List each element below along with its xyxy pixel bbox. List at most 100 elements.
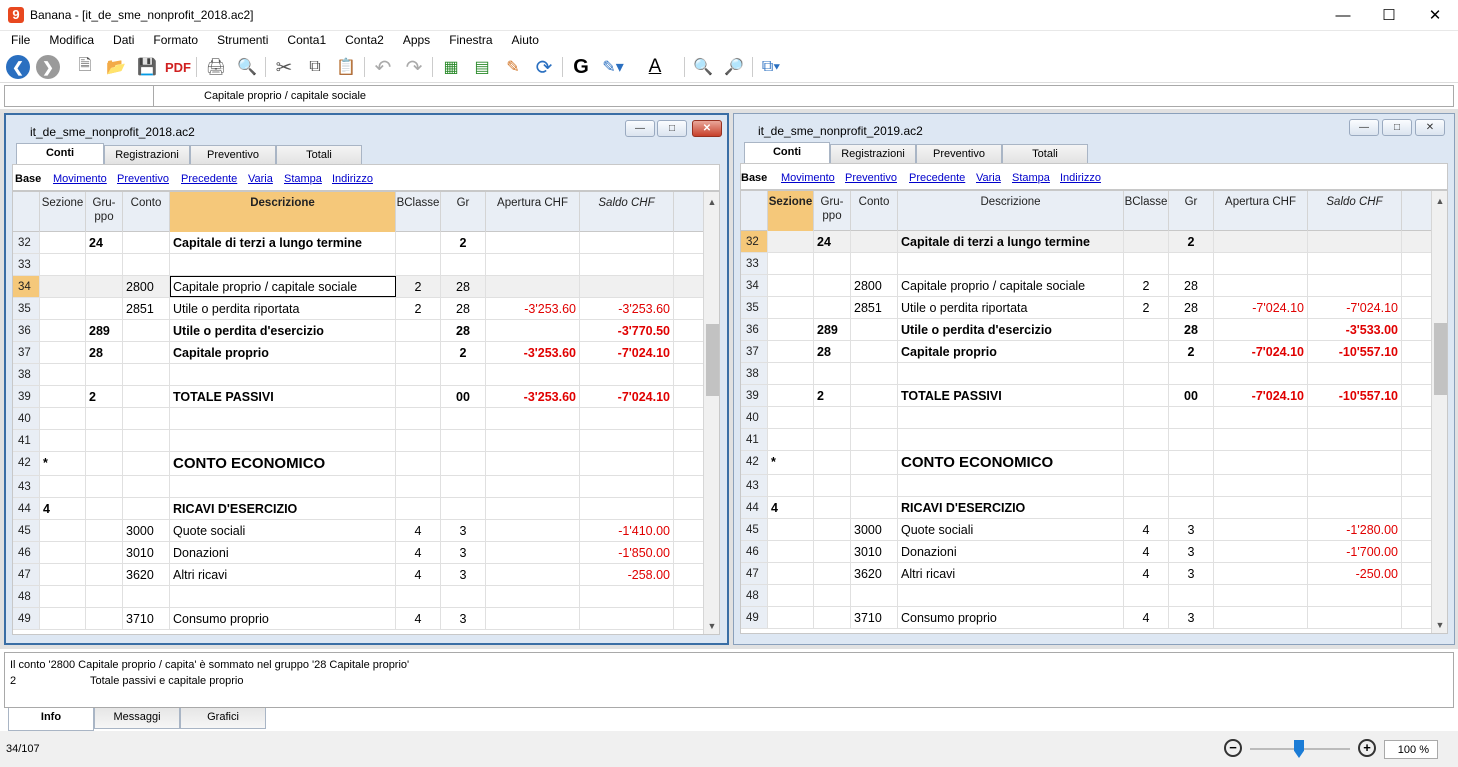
- cell-gr[interactable]: 2: [441, 342, 486, 363]
- cell-descrizione[interactable]: Utile o perdita d'esercizio: [170, 320, 396, 341]
- cell-conto[interactable]: 2851: [851, 297, 898, 318]
- cell-bclasse[interactable]: [396, 320, 441, 341]
- table-row[interactable]: 36 289 Utile o perdita d'esercizio 28 -3'533…: [741, 319, 1431, 341]
- cell-gruppo[interactable]: 24: [814, 231, 851, 252]
- cell-bclasse[interactable]: 4: [396, 520, 441, 541]
- cell-sezione[interactable]: [768, 275, 814, 296]
- cell-descrizione[interactable]: CONTO ECONOMICO: [898, 451, 1124, 474]
- cell-gr[interactable]: [1169, 497, 1214, 518]
- cell-sezione[interactable]: [40, 542, 86, 563]
- tab-info[interactable]: Info: [8, 708, 94, 731]
- cell-bclasse[interactable]: [1124, 497, 1169, 518]
- cell-bclasse[interactable]: 4: [1124, 563, 1169, 584]
- header-saldo[interactable]: Saldo CHF: [1308, 191, 1402, 231]
- view-varia[interactable]: Varia: [976, 172, 1001, 184]
- zoom-in-icon[interactable]: +: [1358, 739, 1376, 757]
- cell-descrizione[interactable]: Utile o perdita riportata: [898, 297, 1124, 318]
- bold-icon[interactable]: G: [568, 54, 594, 80]
- cell-sezione[interactable]: [40, 386, 86, 407]
- tab-conti[interactable]: Conti: [16, 143, 104, 164]
- cell-descrizione[interactable]: [898, 407, 1124, 428]
- undo-icon[interactable]: ↶: [370, 54, 396, 80]
- cell-descrizione[interactable]: TOTALE PASSIVI: [898, 385, 1124, 406]
- cell-sezione[interactable]: 4: [768, 497, 814, 518]
- header-descrizione[interactable]: Descrizione: [898, 191, 1124, 231]
- mdi-restore-button[interactable]: □: [657, 120, 687, 137]
- cell-descrizione[interactable]: [170, 476, 396, 497]
- cell-gruppo[interactable]: [814, 607, 851, 628]
- table-row[interactable]: 46 3010 Donazioni 4 3 -1'850.00: [13, 542, 703, 564]
- delete-rows-icon[interactable]: ▤: [469, 54, 495, 80]
- redo-icon[interactable]: ↷: [401, 54, 427, 80]
- cell-gr[interactable]: 3: [441, 520, 486, 541]
- cell-sezione[interactable]: [768, 519, 814, 540]
- cell-sezione[interactable]: [768, 563, 814, 584]
- cell-descrizione[interactable]: [170, 430, 396, 451]
- cell-editor-bar[interactable]: Capitale proprio / capitale sociale: [4, 85, 1454, 107]
- edit-pencil-icon[interactable]: ✎: [500, 54, 526, 80]
- cell-saldo[interactable]: -258.00: [580, 564, 674, 585]
- cell-saldo[interactable]: -1'850.00: [580, 542, 674, 563]
- menu-dati[interactable]: Dati: [102, 31, 142, 51]
- cell-saldo[interactable]: [1308, 607, 1402, 628]
- cell-conto[interactable]: [123, 254, 170, 275]
- cell-apertura[interactable]: [486, 476, 580, 497]
- table-row[interactable]: 42 * CONTO ECONOMICO: [741, 451, 1431, 475]
- table-row[interactable]: 49 3710 Consumo proprio 4 3: [741, 607, 1431, 629]
- cell-gruppo[interactable]: [86, 498, 123, 519]
- table-row[interactable]: 44 4 RICAVI D'ESERCIZIO: [741, 497, 1431, 519]
- cell-gr[interactable]: [441, 452, 486, 475]
- cell-bclasse[interactable]: 2: [396, 298, 441, 319]
- view-stampa[interactable]: Stampa: [284, 173, 322, 185]
- highlight-icon[interactable]: ✎▾: [600, 54, 626, 80]
- table-row[interactable]: 41: [741, 429, 1431, 451]
- vertical-scrollbar[interactable]: ▲ ▼: [703, 192, 719, 634]
- cell-saldo[interactable]: [1308, 407, 1402, 428]
- cell-gr[interactable]: 3: [1169, 541, 1214, 562]
- cell-apertura[interactable]: -7'024.10: [1214, 385, 1308, 406]
- cell-sezione[interactable]: [40, 586, 86, 607]
- view-indirizzo[interactable]: Indirizzo: [332, 173, 373, 185]
- cell-apertura[interactable]: [486, 564, 580, 585]
- cell-saldo[interactable]: [580, 586, 674, 607]
- tab-conti[interactable]: Conti: [744, 142, 830, 163]
- cell-descrizione[interactable]: [898, 475, 1124, 496]
- view-varia[interactable]: Varia: [248, 173, 273, 185]
- view-stampa[interactable]: Stampa: [1012, 172, 1050, 184]
- cell-conto[interactable]: [851, 341, 898, 362]
- header-sezione[interactable]: Sezione: [768, 191, 814, 231]
- cell-apertura[interactable]: [486, 498, 580, 519]
- cell-saldo[interactable]: [580, 254, 674, 275]
- view-precedente[interactable]: Precedente: [909, 172, 965, 184]
- cell-descrizione[interactable]: [170, 586, 396, 607]
- table-row[interactable]: 35 2851 Utile o perdita riportata 2 28 -7'024…: [741, 297, 1431, 319]
- close-button[interactable]: ✕: [1412, 0, 1458, 31]
- cell-gr[interactable]: 3: [441, 564, 486, 585]
- save-icon[interactable]: 💾: [134, 54, 160, 80]
- cell-descrizione[interactable]: [898, 363, 1124, 384]
- cell-saldo[interactable]: -3'533.00: [1308, 319, 1402, 340]
- header-conto[interactable]: Conto: [851, 191, 898, 231]
- cell-gruppo[interactable]: [86, 452, 123, 475]
- cell-descrizione[interactable]: Utile o perdita d'esercizio: [898, 319, 1124, 340]
- cell-gruppo[interactable]: [814, 563, 851, 584]
- table-row[interactable]: 41: [13, 430, 703, 452]
- cell-sezione[interactable]: [40, 476, 86, 497]
- cell-saldo[interactable]: [1308, 497, 1402, 518]
- cell-conto[interactable]: [123, 498, 170, 519]
- cell-saldo[interactable]: [1308, 475, 1402, 496]
- cell-conto[interactable]: 2851: [123, 298, 170, 319]
- cell-descrizione[interactable]: Utile o perdita riportata: [170, 298, 396, 319]
- table-row[interactable]: 48: [13, 586, 703, 608]
- cell-descrizione[interactable]: Capitale proprio / capitale sociale: [898, 275, 1124, 296]
- header-sezione[interactable]: Sezione: [40, 192, 86, 232]
- tab-totali[interactable]: Totali: [1002, 144, 1088, 163]
- header-bclasse[interactable]: BClasse: [396, 192, 441, 232]
- cell-saldo[interactable]: [1308, 253, 1402, 274]
- cell-conto[interactable]: [123, 232, 170, 253]
- cell-bclasse[interactable]: [396, 476, 441, 497]
- header-gr[interactable]: Gr: [441, 192, 486, 232]
- cell-gruppo[interactable]: 289: [814, 319, 851, 340]
- cell-apertura[interactable]: -3'253.60: [486, 386, 580, 407]
- cell-sezione[interactable]: [768, 341, 814, 362]
